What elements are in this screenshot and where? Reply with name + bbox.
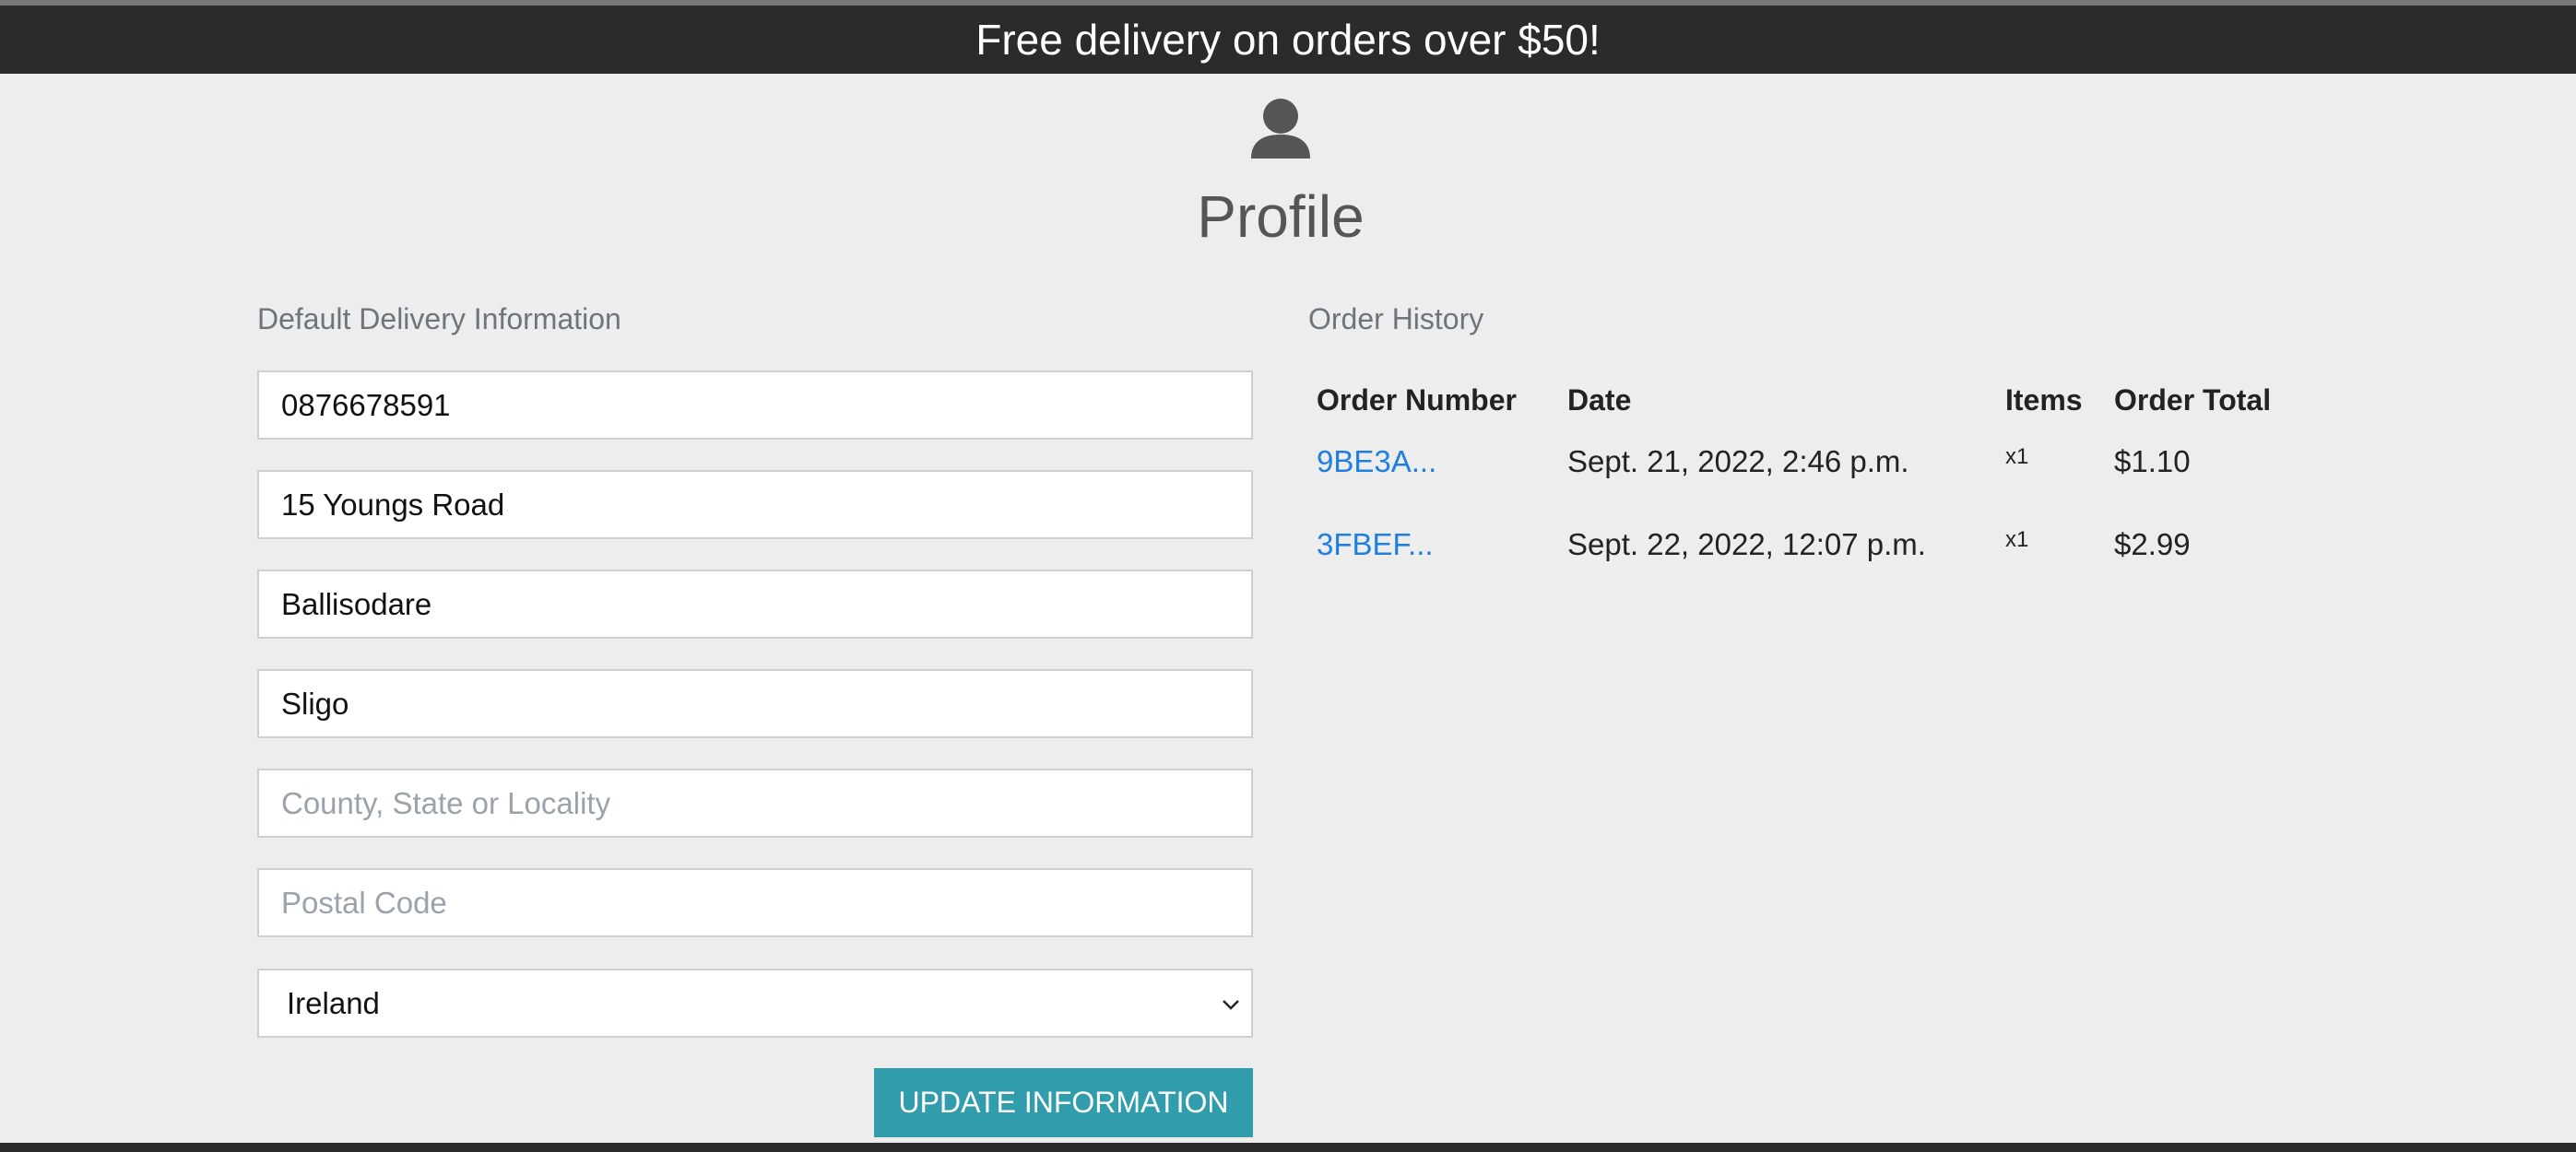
user-icon [1251, 99, 1310, 159]
order-number-link[interactable]: 9BE3A... [1317, 444, 1436, 479]
order-date: Sept. 22, 2022, 12:07 p.m. [1567, 527, 1926, 561]
column-header-order-number: Order Number [1317, 383, 1517, 417]
postal-code-field[interactable] [257, 868, 1253, 937]
order-items: x1 [2005, 527, 2029, 552]
update-information-button[interactable]: UPDATE INFORMATION [874, 1068, 1253, 1137]
column-header-order-total: Order Total [2114, 383, 2272, 417]
column-header-date: Date [1567, 383, 1632, 417]
country-select[interactable]: Ireland [257, 969, 1253, 1038]
column-header-items: Items [2005, 383, 2083, 417]
street-address-field[interactable] [257, 470, 1253, 539]
free-delivery-banner: Free delivery on orders over $50! [0, 6, 2576, 74]
page-title: Profile [1197, 183, 1365, 250]
footer-bar [0, 1143, 2576, 1152]
order-total: $2.99 [2114, 527, 2191, 561]
country-select-value: Ireland [287, 986, 380, 1020]
delivery-info-heading: Default Delivery Information [257, 302, 621, 335]
order-total: $1.10 [2114, 444, 2191, 478]
order-date: Sept. 21, 2022, 2:46 p.m. [1567, 444, 1909, 478]
chevron-down-icon [1223, 1000, 1239, 1010]
order-items: x1 [2005, 444, 2029, 469]
phone-number-field[interactable] [257, 370, 1253, 440]
order-history-heading: Order History [1308, 302, 1484, 335]
town-city-field[interactable] [257, 570, 1253, 639]
county-field[interactable] [257, 769, 1253, 838]
street-address-2-field[interactable] [257, 669, 1253, 738]
order-number-link[interactable]: 3FBEF... [1317, 527, 1434, 562]
